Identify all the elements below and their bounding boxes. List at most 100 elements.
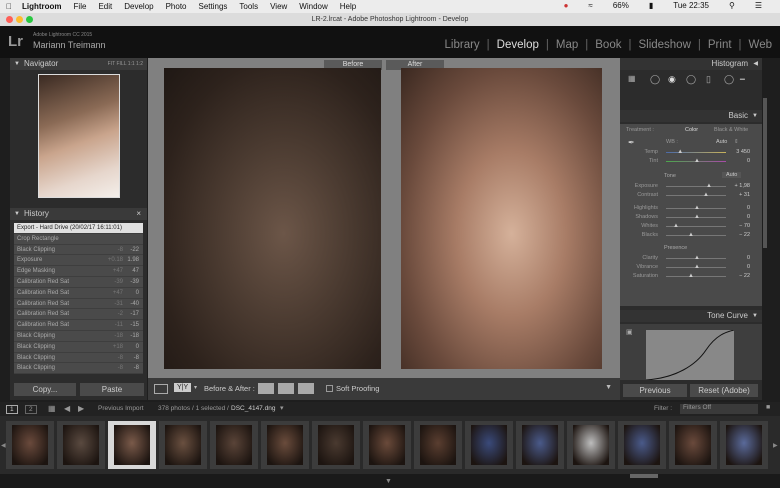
slider-contrast[interactable]: Contrast ▲ + 31: [620, 191, 762, 200]
filmstrip-thumbnail[interactable]: [261, 421, 309, 469]
clear-history-icon[interactable]: ×: [136, 208, 141, 220]
slider-thumb[interactable]: ▲: [694, 205, 700, 211]
slider-value[interactable]: 0: [747, 264, 750, 270]
tone-curve-header[interactable]: Tone Curve ▼: [620, 310, 762, 322]
slider-shadows[interactable]: Shadows ▲ 0: [620, 213, 762, 222]
history-item[interactable]: Calibration Red Sat +47 0: [14, 287, 143, 299]
history-item[interactable]: Black Clipping -8 -8: [14, 352, 143, 364]
slider-track[interactable]: [666, 186, 726, 187]
slider-exposure[interactable]: Exposure ▲ + 1,98: [620, 182, 762, 191]
paste-button[interactable]: Paste: [80, 383, 144, 396]
filmstrip-right-arrow-icon[interactable]: ▶: [773, 442, 778, 449]
filmstrip-thumbnail[interactable]: [414, 421, 462, 469]
tone-auto-button[interactable]: Auto: [722, 172, 742, 178]
filmstrip-thumbnail[interactable]: [159, 421, 207, 469]
filmstrip-thumbnail[interactable]: [618, 421, 666, 469]
module-develop[interactable]: Develop: [497, 39, 539, 51]
filmstrip-thumbnail[interactable]: [210, 421, 258, 469]
mode-dropdown-icon[interactable]: ▾: [194, 384, 197, 391]
filmstrip-thumbnail[interactable]: [312, 421, 360, 469]
slider-thumb[interactable]: ▲: [688, 232, 694, 238]
filmstrip-thumbnail[interactable]: [567, 421, 615, 469]
slider-thumb[interactable]: ▲: [694, 264, 700, 270]
slider-track[interactable]: [666, 276, 726, 277]
wifi-icon[interactable]: ≈: [588, 1, 592, 10]
slider-value[interactable]: 0: [747, 214, 750, 220]
history-item[interactable]: Black Clipping -18 -18: [14, 330, 143, 342]
slider-temp[interactable]: Temp ▲ 3 450: [620, 148, 762, 157]
loupe-view-icon[interactable]: [154, 384, 168, 394]
spot-removal-icon[interactable]: ◉: [668, 74, 676, 85]
targeted-adjustment-icon[interactable]: ▣: [626, 328, 633, 336]
filmstrip-lock-icon[interactable]: ■: [766, 404, 770, 411]
graduated-filter-icon[interactable]: ▯: [706, 74, 711, 85]
menu-edit[interactable]: Edit: [98, 2, 112, 11]
slider-tint[interactable]: Tint ▲ 0: [620, 157, 762, 166]
filmstrip-thumbnail[interactable]: [465, 421, 513, 469]
module-print[interactable]: Print: [708, 39, 732, 51]
zoom-1-1[interactable]: 1:1: [128, 61, 135, 67]
filmstrip-left-arrow-icon[interactable]: ◀: [1, 442, 6, 449]
hide-filmstrip-icon[interactable]: ▼: [385, 478, 392, 485]
before-after-mode-button[interactable]: Y|Y: [174, 383, 192, 392]
slider-thumb[interactable]: ▲: [694, 158, 700, 164]
slider-value[interactable]: + 31: [739, 192, 750, 198]
filmstrip-thumbnail[interactable]: [516, 421, 564, 469]
wb-select[interactable]: Auto: [716, 139, 727, 145]
history-item[interactable]: Exposure +0.18 1.98: [14, 255, 143, 267]
navigator-header[interactable]: ▼ Navigator FIT FILL 1:1 1:2: [10, 58, 147, 70]
menu-settings[interactable]: Settings: [199, 2, 228, 11]
selected-filename[interactable]: DSC_4147.dng: [231, 405, 275, 412]
radial-filter-icon[interactable]: ◯: [724, 74, 734, 85]
history-item[interactable]: Crop Rectangle: [14, 233, 143, 245]
page-1-button[interactable]: 1: [6, 405, 18, 414]
before-image[interactable]: [164, 68, 381, 369]
history-header[interactable]: ▼ History ×: [10, 208, 147, 220]
history-item[interactable]: Edge Masking +47 47: [14, 266, 143, 277]
slider-thumb[interactable]: ▲: [694, 214, 700, 220]
filmstrip-scrollbar[interactable]: [630, 474, 658, 478]
eyedropper-icon[interactable]: ✒: [628, 138, 635, 147]
history-item[interactable]: Black Clipping +18 0: [14, 341, 143, 353]
histogram-header[interactable]: Histogram ◀: [620, 58, 762, 70]
module-slideshow[interactable]: Slideshow: [638, 39, 690, 51]
history-item[interactable]: Calibration Red Sat -39 -39: [14, 276, 143, 288]
slider-thumb[interactable]: ▲: [677, 149, 683, 155]
slider-track[interactable]: [666, 195, 726, 196]
crop-tool-icon[interactable]: ◯: [650, 74, 660, 85]
slider-value[interactable]: − 70: [739, 223, 750, 229]
treatment-color[interactable]: Color: [685, 127, 698, 133]
slider-thumb[interactable]: ▲: [694, 255, 700, 261]
menu-app[interactable]: Lightroom: [22, 2, 62, 11]
slider-value[interactable]: 3 450: [736, 149, 750, 155]
slider-value[interactable]: − 22: [739, 273, 750, 279]
copy-button[interactable]: Copy...: [14, 383, 76, 396]
history-item[interactable]: Calibration Red Sat -11 -15: [14, 320, 143, 331]
back-arrow-icon[interactable]: ◀: [64, 404, 70, 413]
copy-before-to-after-button[interactable]: [258, 383, 274, 394]
slider-track[interactable]: [666, 152, 726, 153]
previous-button[interactable]: Previous: [623, 384, 687, 397]
adjustment-brush-icon[interactable]: ━: [740, 75, 745, 84]
slider-thumb[interactable]: ▲: [703, 192, 709, 198]
swap-before-after-button[interactable]: [298, 383, 314, 394]
filmstrip-thumbnail[interactable]: [669, 421, 717, 469]
minimize-window-button[interactable]: [16, 16, 23, 23]
battery-icon[interactable]: ▮: [649, 1, 653, 10]
menu-list-icon[interactable]: ☰: [755, 1, 762, 10]
forward-arrow-icon[interactable]: ▶: [78, 404, 84, 413]
module-book[interactable]: Book: [595, 39, 621, 51]
creative-cloud-icon[interactable]: ●: [564, 1, 569, 10]
slider-track[interactable]: [666, 235, 726, 236]
menu-window[interactable]: Window: [299, 2, 327, 11]
slider-value[interactable]: + 1,98: [735, 183, 750, 189]
right-panel-scrollbar[interactable]: [763, 98, 767, 248]
clock[interactable]: Tue 22:35: [673, 1, 709, 10]
treatment-bw[interactable]: Black & White: [714, 127, 748, 133]
slider-value[interactable]: − 22: [739, 232, 750, 238]
spotlight-icon[interactable]: ⚲: [729, 1, 735, 10]
tone-curve-graph[interactable]: [646, 330, 734, 380]
slider-whites[interactable]: Whites ▲ − 70: [620, 222, 762, 231]
menu-photo[interactable]: Photo: [166, 2, 187, 11]
filmstrip-thumbnail[interactable]: [720, 421, 768, 469]
